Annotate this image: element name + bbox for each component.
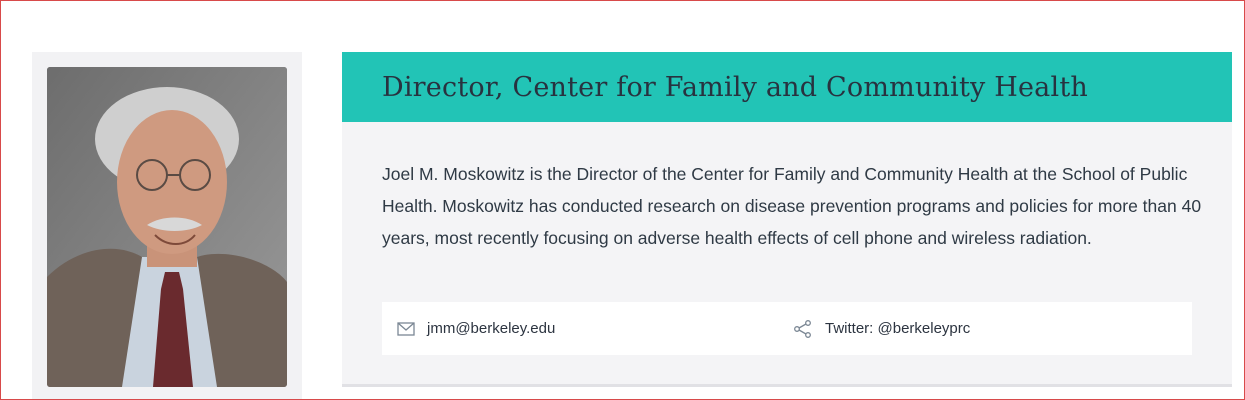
profile-title: Director, Center for Family and Communit… (382, 71, 1088, 103)
contact-bar: jmm@berkeley.edu Twitter: @berkeleyprc (382, 302, 1192, 355)
profile-bio: Joel M. Moskowitz is the Director of the… (382, 164, 1202, 248)
title-bar: Director, Center for Family and Communit… (342, 52, 1232, 122)
contact-email[interactable]: jmm@berkeley.edu (397, 320, 555, 337)
contact-twitter[interactable]: Twitter: @berkeleyprc (793, 319, 970, 338)
profile-content-card: Director, Center for Family and Communit… (342, 52, 1232, 387)
share-icon (793, 319, 813, 338)
email-text[interactable]: jmm@berkeley.edu (427, 320, 555, 337)
profile-photo-card (32, 52, 302, 400)
twitter-text[interactable]: Twitter: @berkeleyprc (825, 320, 970, 337)
profile-photo (47, 67, 287, 387)
envelope-icon (397, 321, 415, 336)
